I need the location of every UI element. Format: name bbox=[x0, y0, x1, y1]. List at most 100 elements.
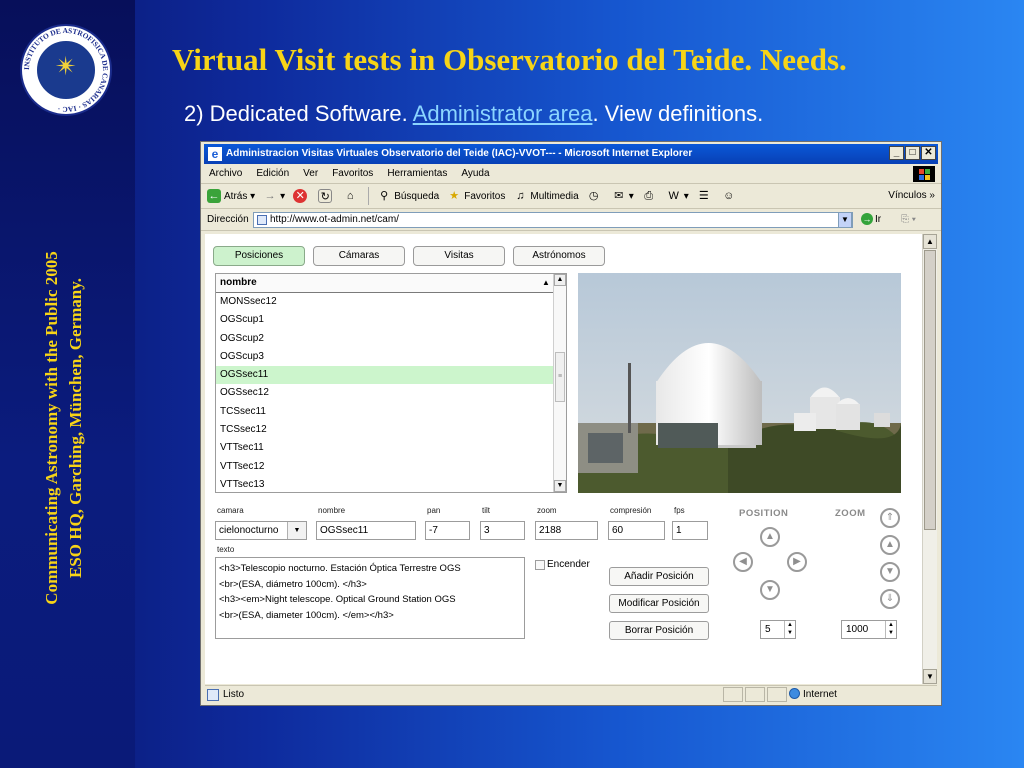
mail-button[interactable]: ✉ ▾ bbox=[612, 189, 634, 203]
go-button[interactable]: → Ir bbox=[861, 213, 881, 225]
tab-camaras[interactable]: Cámaras bbox=[313, 246, 405, 266]
toolbar-extra-button[interactable]: ⎘ ▾ bbox=[901, 214, 916, 225]
menu-archivo[interactable]: Archivo bbox=[209, 168, 242, 179]
texto-label: texto bbox=[217, 545, 235, 554]
address-dropdown-button[interactable]: ▼ bbox=[838, 212, 852, 228]
links-button[interactable]: Vínculos » bbox=[888, 190, 935, 201]
discuss-icon: ☰ bbox=[698, 190, 709, 202]
status-text: Listo bbox=[223, 689, 245, 700]
list-item[interactable]: TCSsec11 bbox=[216, 403, 554, 421]
list-scroll-up-icon[interactable]: ▲ bbox=[554, 274, 566, 286]
list-item[interactable]: TCSsec12 bbox=[216, 421, 554, 439]
minimize-button[interactable]: _ bbox=[889, 146, 904, 160]
scroll-thumb[interactable] bbox=[924, 250, 936, 530]
security-zone: Internet bbox=[789, 686, 837, 703]
section-tabs: Posiciones Cámaras Visitas Astrónomos bbox=[213, 246, 605, 266]
add-position-button[interactable]: Añadir Posición bbox=[609, 567, 709, 586]
observatory-photo bbox=[578, 273, 901, 493]
refresh-icon: ↻ bbox=[318, 189, 333, 203]
encender-checkbox-wrap[interactable]: Encender bbox=[535, 559, 590, 570]
favorites-button[interactable]: ★ Favoritos bbox=[447, 189, 505, 203]
list-header-label: nombre bbox=[220, 277, 257, 288]
list-item[interactable]: VTTsec13 bbox=[216, 476, 554, 492]
home-button[interactable]: ⌂ bbox=[343, 189, 360, 203]
menu-herramientas[interactable]: Herramientas bbox=[387, 168, 447, 179]
refresh-button[interactable]: ↻ bbox=[318, 189, 335, 203]
tilt-input[interactable]: 3 bbox=[480, 521, 525, 540]
maximize-button[interactable]: □ bbox=[905, 146, 920, 160]
list-item[interactable]: OGSsec12 bbox=[216, 384, 554, 402]
list-scroll-thumb[interactable]: ≡ bbox=[555, 352, 565, 402]
discuss-button[interactable]: ☰ bbox=[697, 189, 714, 203]
ie-logo-icon: e bbox=[208, 147, 222, 161]
nombre-input[interactable]: OGSsec11 bbox=[316, 521, 416, 540]
zoom-step-value: 1000 bbox=[846, 624, 869, 635]
tab-astronomos[interactable]: Astrónomos bbox=[513, 246, 605, 266]
tab-posiciones[interactable]: Posiciones bbox=[213, 246, 305, 266]
pan-left-icon[interactable]: ◀ bbox=[733, 552, 753, 572]
zoom-input[interactable]: 2188 bbox=[535, 521, 598, 540]
menu-favoritos[interactable]: Favoritos bbox=[332, 168, 373, 179]
chevron-down-icon[interactable]: ▼ bbox=[287, 522, 306, 539]
list-item[interactable]: VTTsec11 bbox=[216, 439, 554, 457]
pan-down-icon[interactable]: ▼ bbox=[760, 580, 780, 600]
menu-ayuda[interactable]: Ayuda bbox=[461, 168, 489, 179]
close-button[interactable]: ✕ bbox=[921, 146, 936, 160]
tab-visitas[interactable]: Visitas bbox=[413, 246, 505, 266]
search-button[interactable]: ⚲ Búsqueda bbox=[377, 189, 439, 203]
texto-textarea[interactable]: <h3>Telescopio nocturno. Estación Óptica… bbox=[215, 557, 525, 639]
forward-button[interactable]: → ▾ bbox=[263, 189, 286, 203]
zoom-min-icon[interactable]: ⇓ bbox=[880, 589, 900, 609]
back-button[interactable]: ← Atrás ▾ bbox=[207, 189, 255, 203]
stepper-arrows-icon[interactable]: ▲ ▼ bbox=[784, 621, 795, 638]
menu-ver[interactable]: Ver bbox=[303, 168, 318, 179]
fps-input[interactable]: 1 bbox=[672, 521, 708, 540]
window-controls: _ □ ✕ bbox=[889, 146, 936, 160]
sort-arrow-icon: ▲ bbox=[542, 278, 550, 287]
history-button[interactable]: ◷ bbox=[587, 189, 604, 203]
list-scroll-down-icon[interactable]: ▼ bbox=[554, 480, 566, 492]
print-button[interactable]: ⎙ bbox=[642, 189, 659, 203]
list-item[interactable]: OGScup1 bbox=[216, 311, 554, 329]
compresion-input[interactable]: 60 bbox=[608, 521, 665, 540]
pan-right-icon[interactable]: ▶ bbox=[787, 552, 807, 572]
scroll-down-icon[interactable]: ▼ bbox=[923, 669, 937, 684]
camara-select[interactable]: cielonocturno ▼ bbox=[215, 521, 307, 540]
address-input[interactable]: http://www.ot-admin.net/cam/ bbox=[253, 212, 853, 228]
pan-up-icon[interactable]: ▲ bbox=[760, 527, 780, 547]
positions-list[interactable]: nombre ▲ MONSsec12 OGScup1 OGScup2 OGScup… bbox=[215, 273, 567, 493]
side-line-2: ESO HQ, Garching, München, Germany. bbox=[66, 277, 85, 579]
scroll-up-icon[interactable]: ▲ bbox=[923, 234, 937, 249]
list-item[interactable]: OGScup2 bbox=[216, 330, 554, 348]
list-item[interactable]: VTTsec12 bbox=[216, 458, 554, 476]
zoom-out-icon[interactable]: ▼ bbox=[880, 562, 900, 582]
globe-icon bbox=[789, 688, 800, 699]
favorites-label: Favoritos bbox=[464, 190, 506, 202]
list-header[interactable]: nombre ▲ bbox=[216, 274, 566, 293]
list-item[interactable]: OGScup3 bbox=[216, 348, 554, 366]
media-button[interactable]: ♫ Multimedia bbox=[513, 189, 578, 203]
zoom-step-stepper[interactable]: 1000 ▲ ▼ bbox=[841, 620, 897, 639]
zoom-in-icon[interactable]: ▲ bbox=[880, 535, 900, 555]
edit-button[interactable]: W ▾ bbox=[667, 189, 689, 203]
side-line-1: Communicating Astronomy with the Public … bbox=[42, 251, 61, 605]
messenger-button[interactable]: ☺ bbox=[722, 189, 739, 203]
pan-input[interactable]: -7 bbox=[425, 521, 470, 540]
list-item[interactable]: MONSsec12 bbox=[216, 293, 554, 311]
page-scrollbar[interactable]: ▲ ▼ bbox=[922, 234, 937, 684]
zoom-max-icon[interactable]: ⇑ bbox=[880, 508, 900, 528]
list-item-selected[interactable]: OGSsec11 bbox=[216, 366, 554, 385]
list-scrollbar[interactable]: ▲ ≡ ▼ bbox=[553, 274, 566, 492]
stepper-arrows-icon[interactable]: ▲ ▼ bbox=[885, 621, 896, 638]
administrator-area-link[interactable]: Administrator area bbox=[413, 101, 593, 126]
messenger-icon: ☺ bbox=[723, 190, 735, 202]
step-stepper[interactable]: 5 ▲ ▼ bbox=[760, 620, 796, 639]
encender-checkbox[interactable] bbox=[535, 559, 545, 570]
menu-edicion[interactable]: Edición bbox=[256, 168, 289, 179]
status-bar: Listo Internet bbox=[205, 685, 937, 703]
word-icon: W bbox=[668, 190, 679, 202]
compresion-label: compresión bbox=[610, 506, 652, 515]
stop-button[interactable]: ✕ bbox=[293, 189, 310, 203]
delete-position-button[interactable]: Borrar Posición bbox=[609, 621, 709, 640]
modify-position-button[interactable]: Modificar Posición bbox=[609, 594, 709, 613]
